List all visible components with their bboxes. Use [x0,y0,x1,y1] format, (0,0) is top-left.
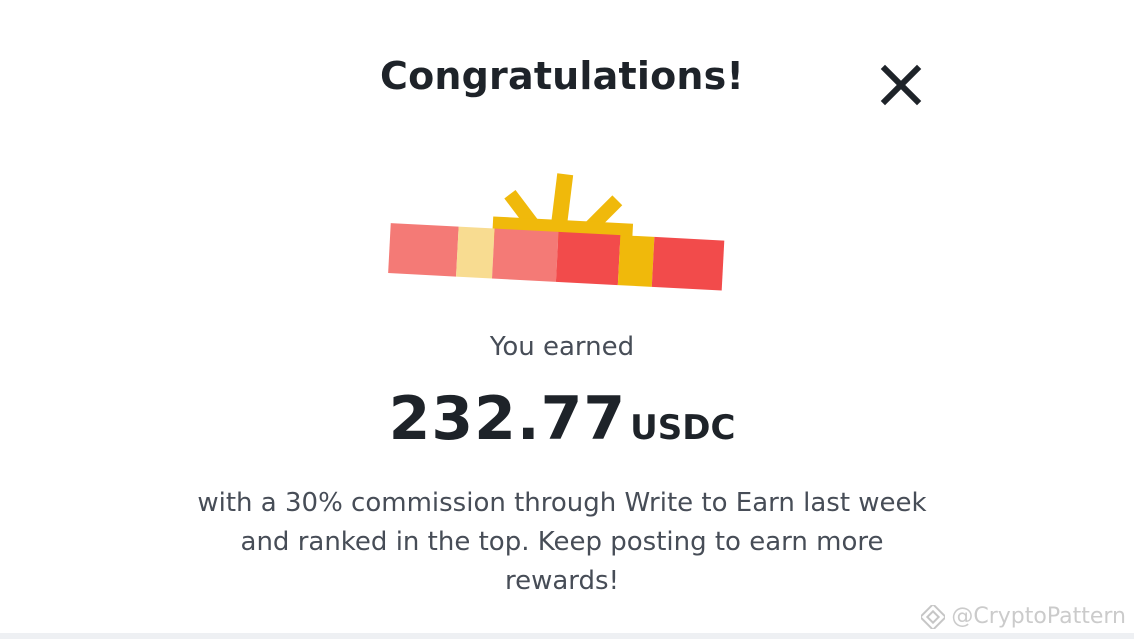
watermark-text: @CryptoPattern [951,604,1126,629]
binance-logo-icon [921,604,946,629]
gift-box-illustration [388,172,732,312]
earned-label: You earned [489,332,635,362]
reward-description: with a 30% commission through Write to E… [197,488,927,596]
gift-box-icon [388,173,725,291]
close-icon [880,64,922,106]
close-button[interactable] [878,62,924,108]
amount-value: 232.77 [388,384,627,454]
dialog-bottom-edge [0,633,1134,639]
congratulations-dialog: Congratulations! You earned 232.77 USDC … [0,0,1134,639]
dialog-title: Congratulations! [379,54,744,98]
earned-amount: 232.77 USDC [0,384,1124,454]
watermark: @CryptoPattern [921,604,1126,629]
amount-currency: USDC [630,408,736,448]
